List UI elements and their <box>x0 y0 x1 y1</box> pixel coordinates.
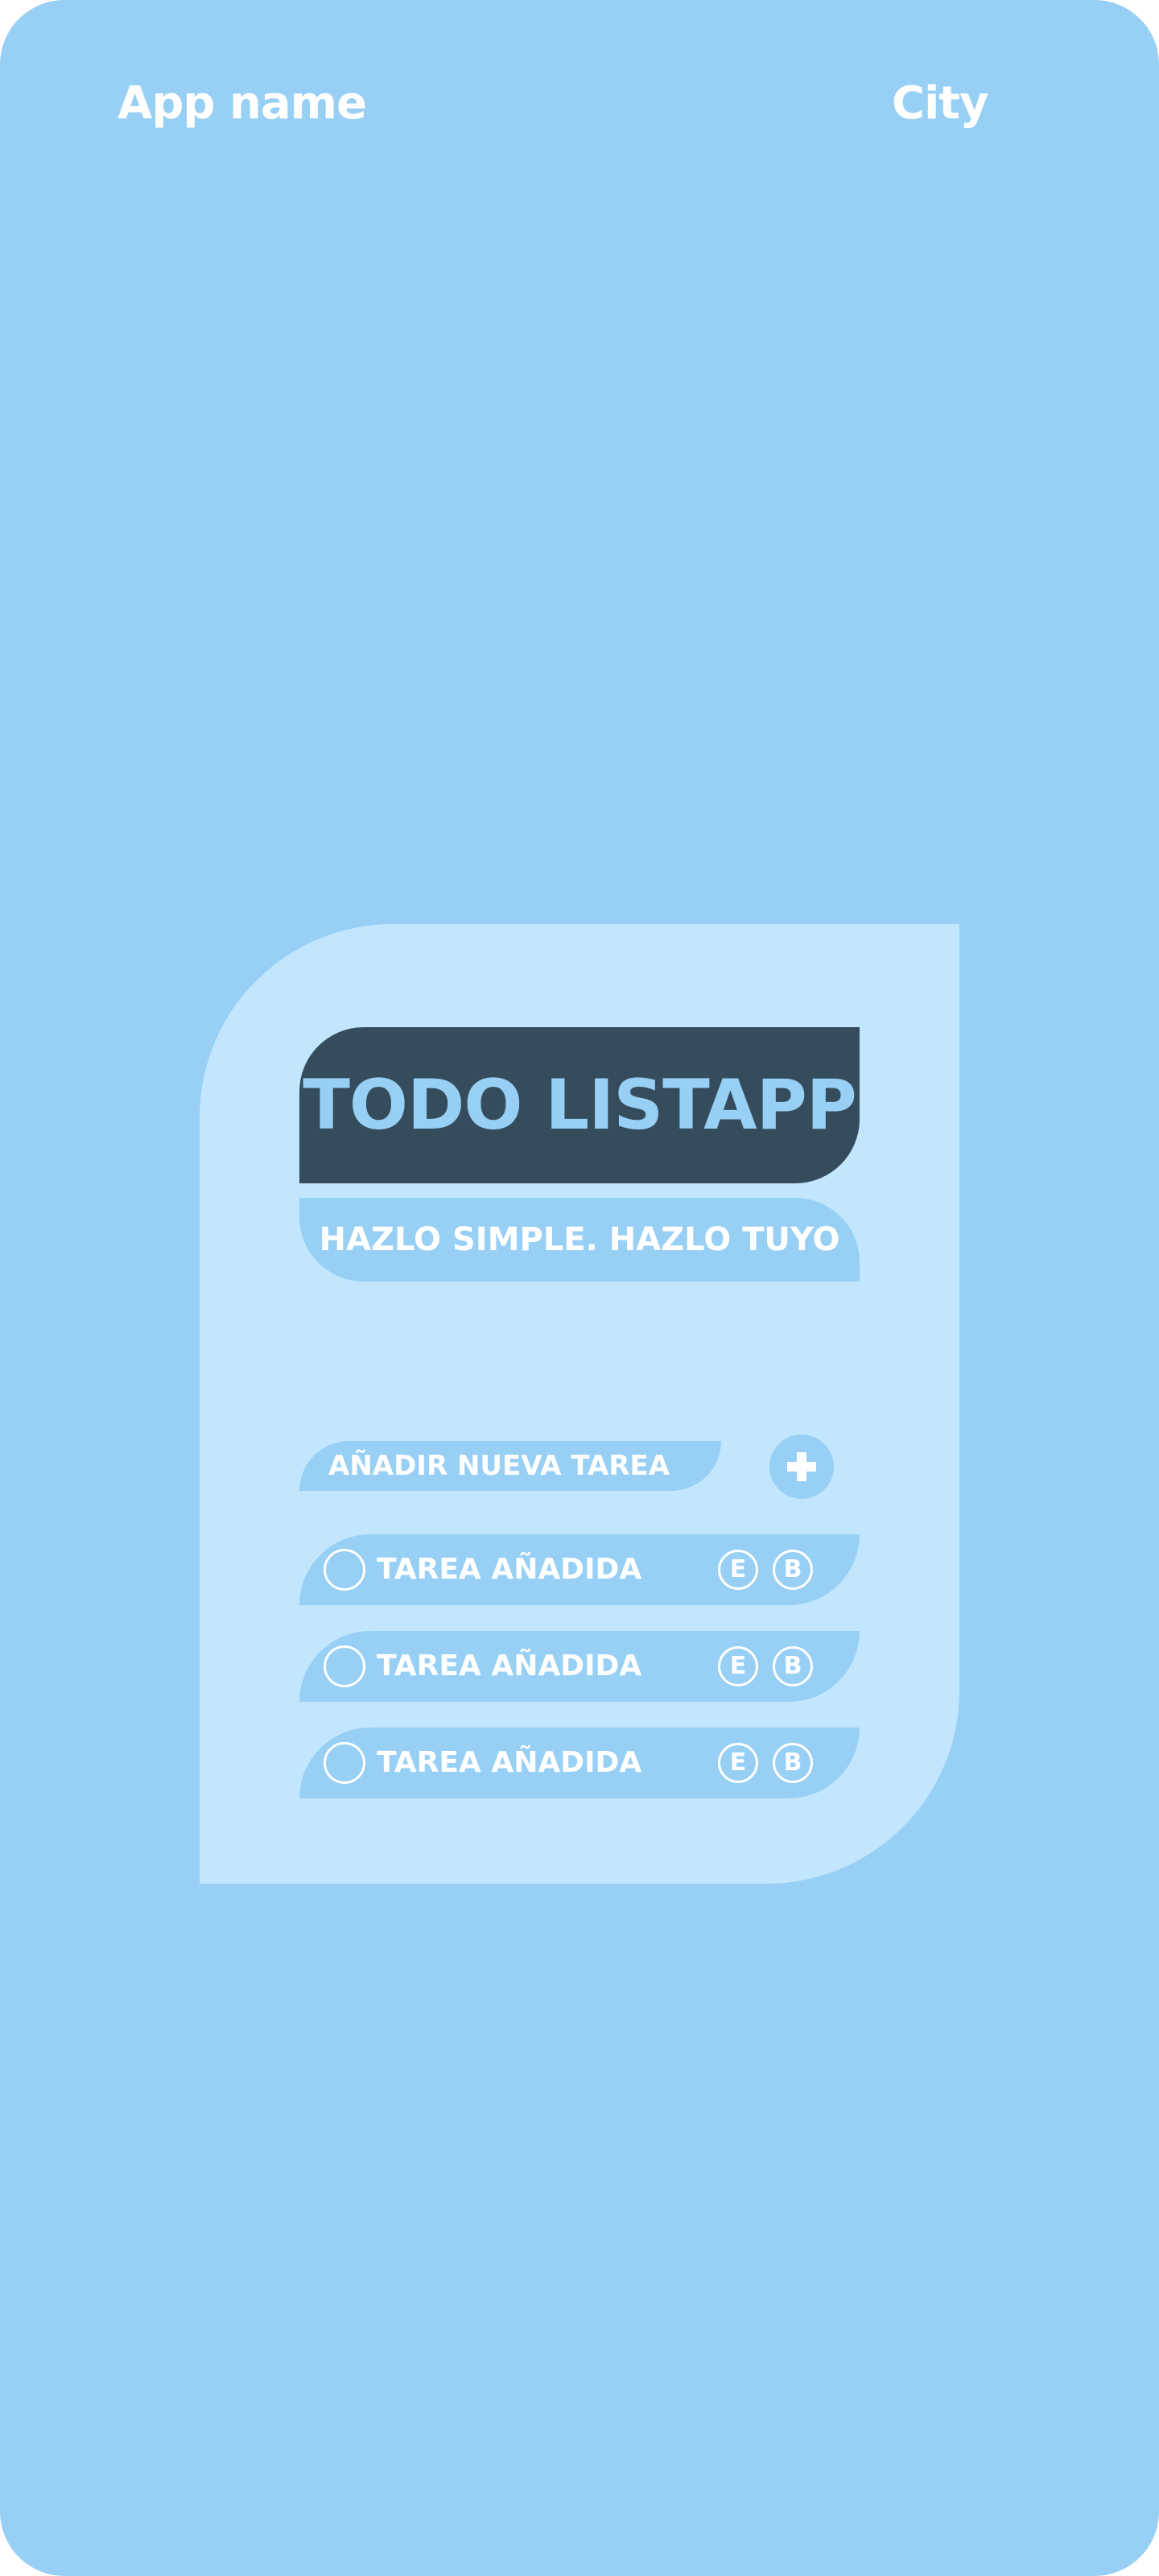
city-label: City <box>892 77 989 130</box>
task-item: TAREA AÑADIDA E B <box>299 1631 860 1702</box>
new-task-input[interactable]: AÑADIR NUEVA TAREA <box>299 1441 721 1491</box>
delete-task-button[interactable]: B <box>773 1743 813 1783</box>
task-checkbox[interactable] <box>324 1645 365 1687</box>
app-title: TODO LISTAPP <box>299 1027 860 1183</box>
task-label: TAREA AÑADIDA <box>377 1746 642 1779</box>
plus-icon <box>787 1452 816 1481</box>
edit-task-button[interactable]: E <box>718 1743 758 1783</box>
task-label: TAREA AÑADIDA <box>377 1553 642 1586</box>
delete-task-button[interactable]: B <box>773 1646 813 1686</box>
add-task-button[interactable] <box>769 1435 834 1499</box>
task-label: TAREA AÑADIDA <box>377 1649 642 1682</box>
app-subtitle: HAZLO SIMPLE. HAZLO TUYO <box>299 1198 860 1282</box>
task-checkbox[interactable] <box>324 1742 365 1784</box>
task-item: TAREA AÑADIDA E B <box>299 1728 860 1798</box>
task-item: TAREA AÑADIDA E B <box>299 1534 860 1605</box>
edit-task-button[interactable]: E <box>718 1550 758 1590</box>
app-name: App name <box>118 77 367 130</box>
app-screen: App name City TODO LISTAPP HAZLO SIMPLE.… <box>0 0 1159 2576</box>
delete-task-button[interactable]: B <box>773 1550 813 1590</box>
task-checkbox[interactable] <box>324 1549 365 1591</box>
edit-task-button[interactable]: E <box>718 1646 758 1686</box>
